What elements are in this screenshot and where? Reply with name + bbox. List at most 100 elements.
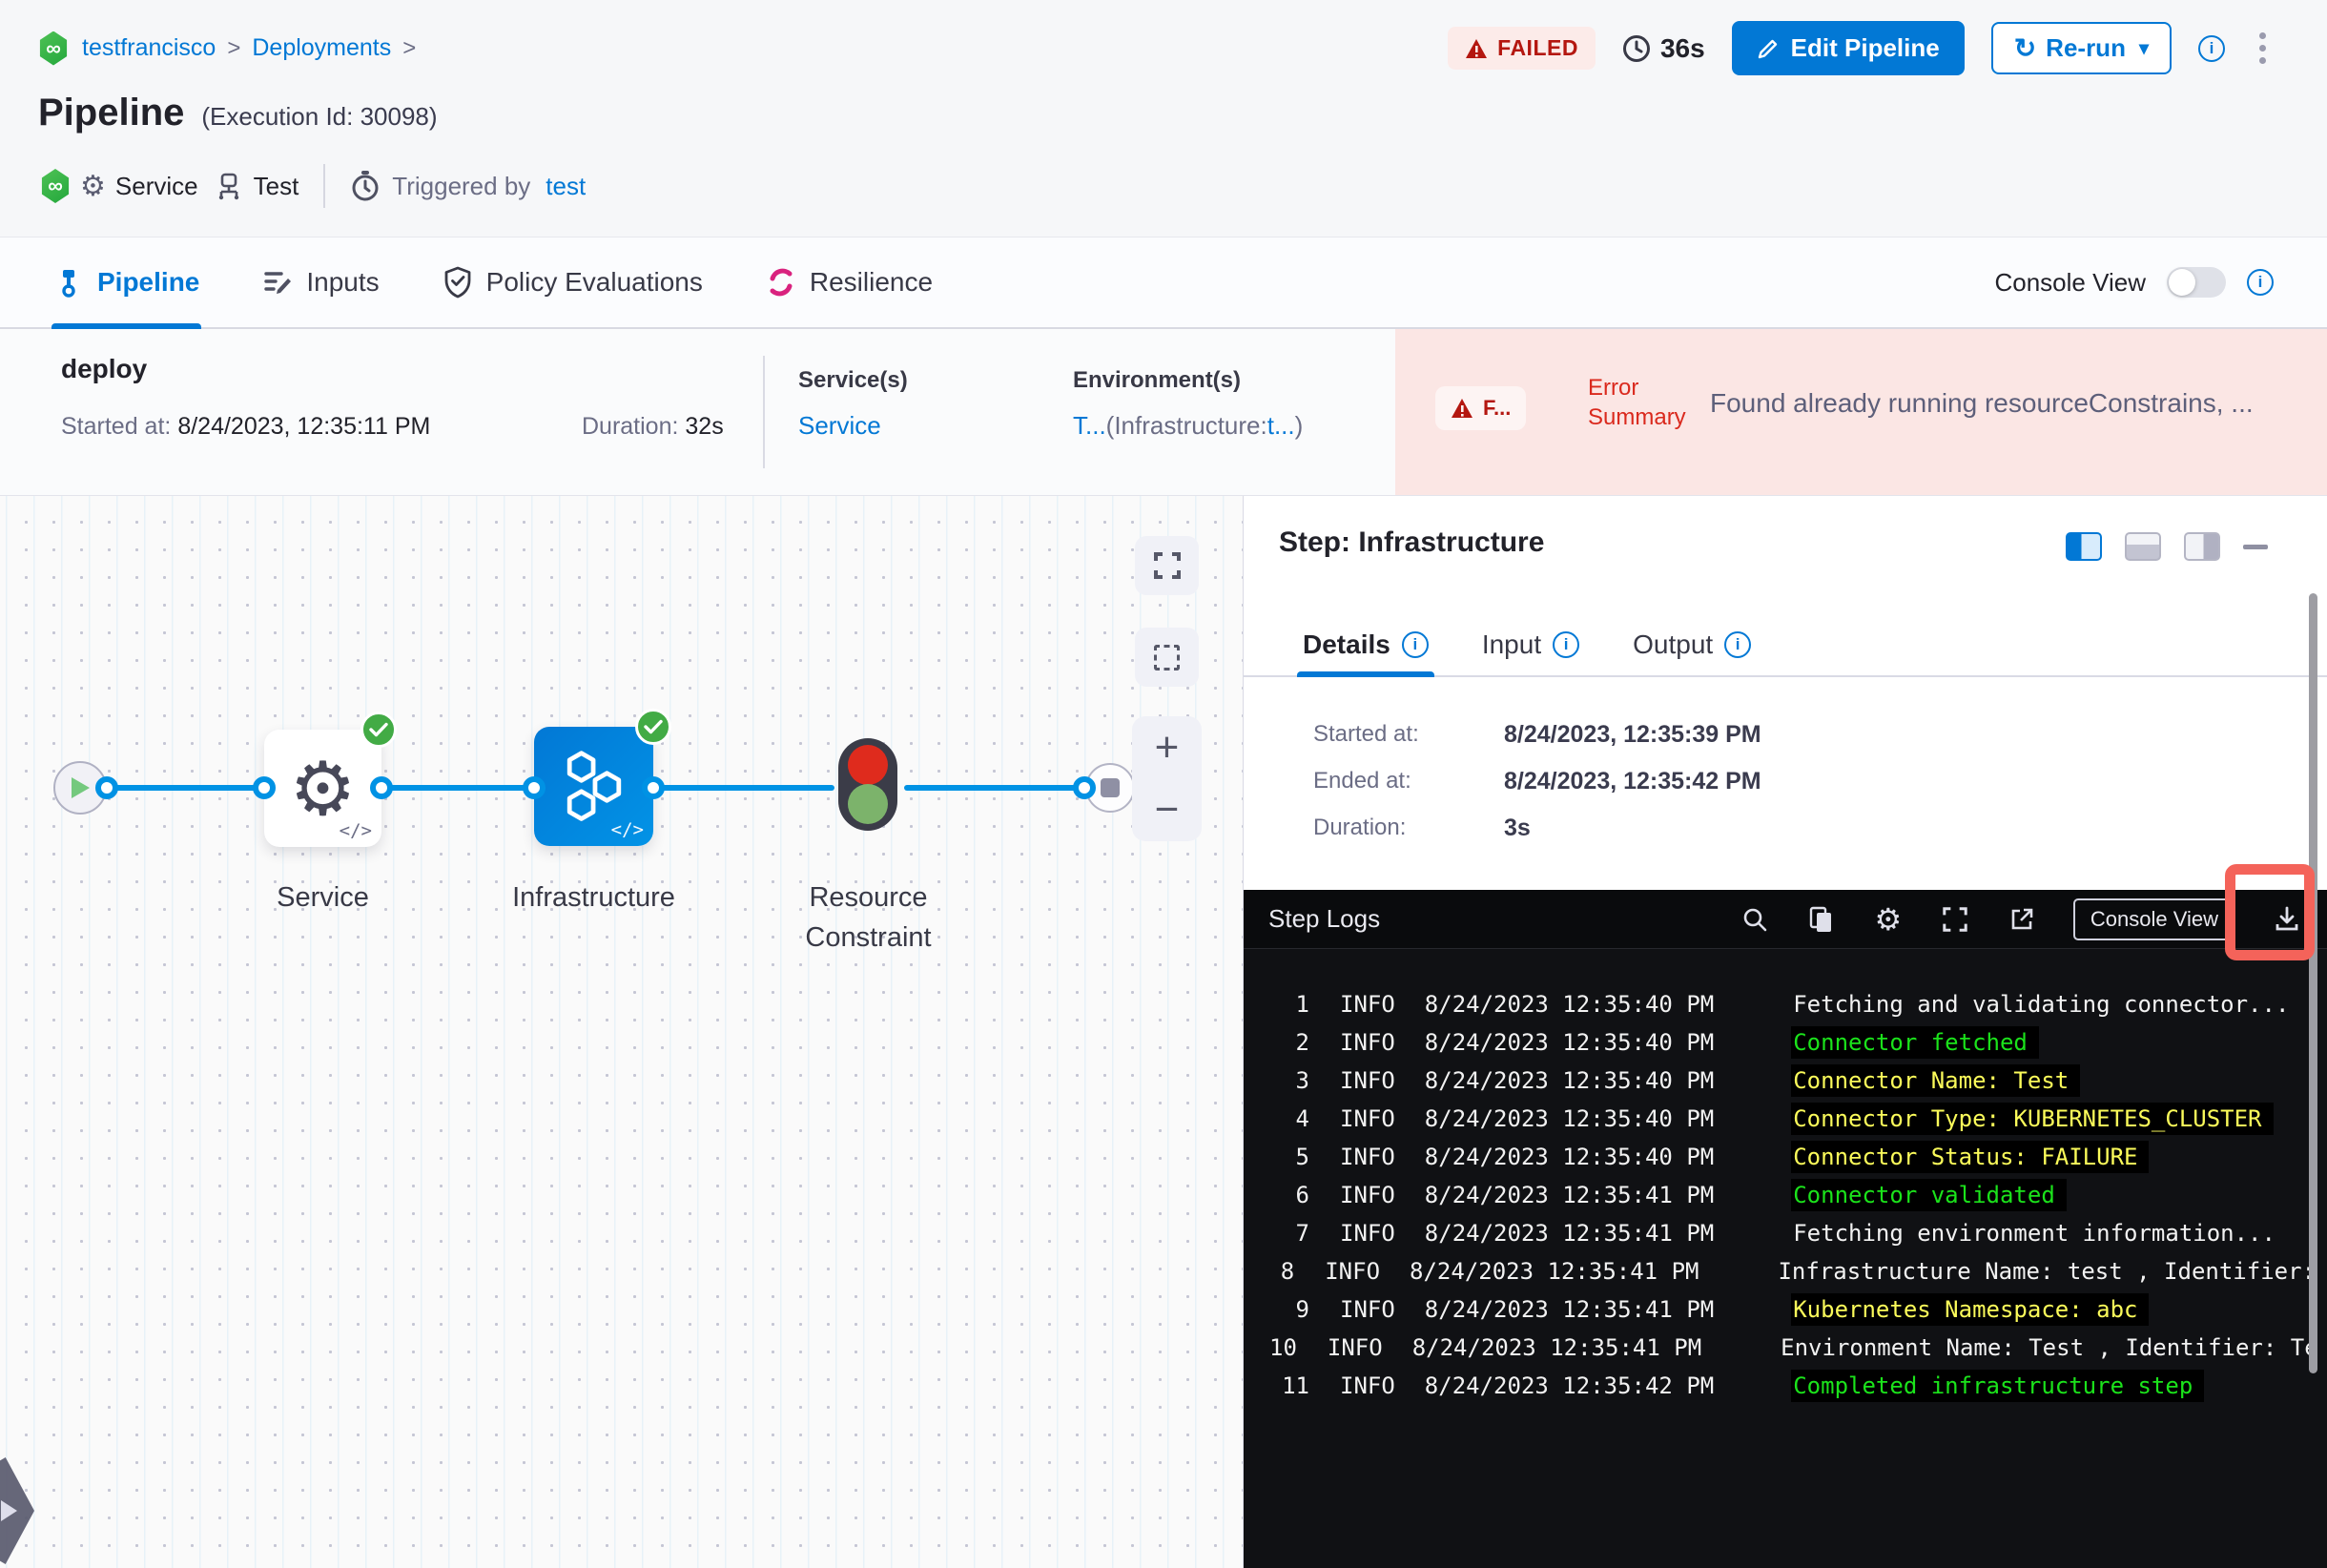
gear-icon: ⚙ [289,746,357,831]
tab-details[interactable]: Details [1297,614,1434,677]
expand-fullscreen-icon[interactable] [1940,904,1970,935]
marquee-icon [1154,644,1180,671]
layout-bottom-split-icon[interactable] [2125,532,2161,561]
input-info-icon[interactable] [1553,631,1580,658]
service-gear-icon: ⚙ [80,170,106,202]
resource-constraint-node[interactable] [838,738,897,831]
console-view-label: Console View [1994,267,2146,297]
search-icon[interactable] [1740,904,1770,935]
page-header: testfrancisco > Deployments > FAILED 36s… [0,0,2327,237]
status-badge: FAILED [1448,27,1596,70]
triggered-by-label: Triggered by [392,171,531,200]
more-options-menu[interactable] [2252,29,2274,68]
console-view-info-icon[interactable] [2247,269,2274,296]
log-line: 7 INFO 8/24/2023 12:35:41 PM Fetching envir… [1295,1220,2276,1247]
title-row: Pipeline (Execution Id: 30098) [38,92,438,134]
environment-icon [218,173,238,200]
node-label-infrastructure: Infrastructure [512,882,675,913]
minimize-panel-button[interactable] [2243,544,2268,549]
log-line: 6 INFO 8/24/2023 12:35:41 PM Connector vali… [1244,1176,2327,1214]
environment-name: Test [253,171,299,200]
tab-resilience[interactable]: Resilience [766,237,933,327]
pipeline-canvas[interactable]: ⚙ </> </> Service Infrastructure Resourc… [0,496,1243,1568]
stopwatch-icon [352,171,379,201]
copy-icon[interactable] [1806,904,1837,935]
clock-icon [1622,34,1650,62]
environments-header: Environment(s) [1073,367,1242,393]
error-status-badge: F... [1435,386,1527,430]
canvas-nav-handle[interactable] [0,1457,34,1564]
canvas-fullscreen-button[interactable] [1135,536,1199,595]
breadcrumb: testfrancisco > Deployments > FAILED 36s… [38,21,2274,75]
zoom-in-button[interactable]: + [1132,716,1202,779]
service-step-node[interactable]: ⚙ </> [264,730,381,847]
rerun-button[interactable]: ↻ Re-run ▾ [1990,22,2172,74]
log-line: 8 INFO 8/24/2023 12:35:41 PM Infrastructure… [1280,1258,2316,1285]
warning-icon [1466,38,1488,58]
open-external-icon[interactable] [2007,904,2037,935]
log-line: 2 INFO 8/24/2023 12:35:40 PM Connector fetc… [1244,1023,2327,1062]
tab-pipeline[interactable]: Pipeline [51,237,202,329]
canvas-zoom-controls: + − [1132,716,1202,841]
details-info-icon[interactable] [1401,631,1429,658]
service-name: Service [114,171,198,200]
rerun-info-icon[interactable] [2198,34,2225,62]
warning-icon [1452,399,1472,418]
tab-input[interactable]: Input [1482,614,1580,675]
log-line: 9 INFO 8/24/2023 12:35:41 PM Kubernetes Nam… [1244,1290,2327,1329]
success-check-icon [635,709,671,745]
arrow-right-icon [1,1500,17,1521]
layout-minimized-icon[interactable] [2184,532,2220,561]
edge [107,785,264,791]
inputs-icon [264,272,292,294]
tab-output[interactable]: Output [1633,614,1752,675]
node-port [642,776,665,799]
content-area: ⚙ </> </> Service Infrastructure Resourc… [0,496,2327,1568]
pencil-icon [1758,39,1777,58]
detail-started-at: Started at: 8/24/2023, 12:35:39 PM [1313,721,1761,748]
shield-check-icon [444,266,471,299]
breadcrumb-project-link[interactable]: testfrancisco [82,34,216,62]
resilience-chaos-icon [770,268,793,297]
breadcrumb-separator: > [227,34,241,61]
red-light [848,745,888,785]
triggered-by-user-link[interactable]: test [546,172,586,201]
infrastructure-step-node[interactable]: </> [534,727,653,846]
step-logs-title: Step Logs [1268,904,1381,933]
service-link[interactable]: Service [798,411,881,441]
code-icon: </> [339,820,372,841]
hexagons-icon [566,750,621,821]
download-logs-icon[interactable] [2272,904,2302,935]
detail-ended-at: Ended at: 8/24/2023, 12:35:42 PM [1313,768,1761,794]
canvas-select-button[interactable] [1135,628,1199,687]
tab-inputs[interactable]: Inputs [262,237,380,327]
layout-right-split-icon[interactable] [2066,532,2102,561]
breadcrumb-deployments-link[interactable]: Deployments [252,34,391,62]
zoom-out-button[interactable]: − [1132,779,1202,842]
output-info-icon[interactable] [1724,631,1752,658]
console-view-button[interactable]: Console View [2072,897,2235,940]
error-summary-zone: F... Error Summary Found already running… [1395,329,2327,495]
stage-started-at: Started at: 8/24/2023, 12:35:11 PM [61,413,431,440]
log-line: 3 INFO 8/24/2023 12:35:40 PM Connector Name… [1244,1062,2327,1100]
panel-scrollbar[interactable] [2309,593,2317,1373]
harness-cd-icon [41,169,70,203]
environment-link[interactable]: T...(Infrastructure:t...) [1073,411,1303,441]
panel-layout-controls [2066,532,2268,561]
tab-policy-evaluations[interactable]: Policy Evaluations [443,237,703,327]
console-view-toggle[interactable] [2167,267,2226,298]
edge [381,785,534,791]
node-port [370,776,393,799]
node-port [1073,776,1096,799]
pipeline-execution-screen: testfrancisco > Deployments > FAILED 36s… [0,0,2327,1568]
log-line: 4 INFO 8/24/2023 12:35:40 PM Connector Type… [1244,1100,2327,1138]
breadcrumb-separator: > [402,34,417,61]
console-view-control: Console View [1994,267,2327,298]
log-line: 1 INFO 8/24/2023 12:35:40 PM Fetching and v… [1295,991,2290,1018]
stage-name: deploy [61,354,148,383]
node-port [523,776,546,799]
log-settings-icon[interactable]: ⚙ [1873,904,1904,935]
edit-pipeline-button[interactable]: Edit Pipeline [1731,21,1965,75]
step-panel-title: Step: Infrastructure [1279,526,1545,558]
green-light [848,784,888,824]
